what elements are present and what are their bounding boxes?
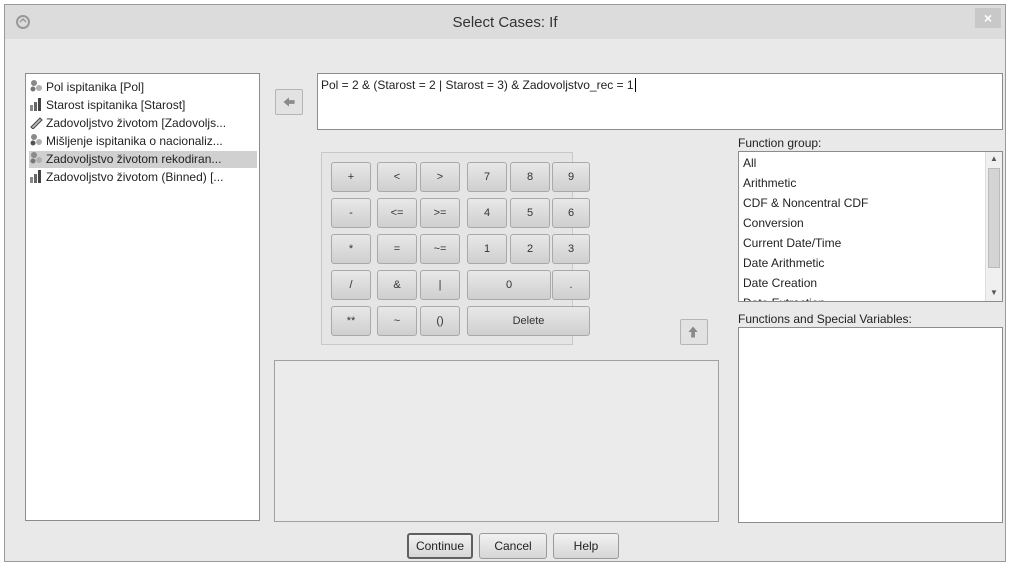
- variable-label: Pol ispitanika [Pol]: [46, 80, 145, 94]
- variable-item-selected[interactable]: Zadovoljstvo životom rekodiran...: [29, 151, 257, 168]
- key-7[interactable]: 7: [467, 162, 507, 192]
- functions-label: Functions and Special Variables:: [738, 312, 912, 326]
- function-group-item[interactable]: Conversion: [743, 213, 804, 233]
- function-group-label: Function group:: [738, 136, 822, 150]
- title-bar: Select Cases: If ×: [5, 5, 1005, 39]
- variable-item[interactable]: Zadovoljstvo životom (Binned) [...: [29, 169, 257, 186]
- key-2[interactable]: 2: [510, 234, 550, 264]
- key-greater-equal[interactable]: >=: [420, 198, 460, 228]
- arrow-left-icon: [283, 97, 295, 107]
- scroll-down-icon[interactable]: ▼: [989, 288, 999, 297]
- key-or[interactable]: |: [420, 270, 460, 300]
- ordinal-variable-icon: [30, 98, 41, 111]
- variable-item[interactable]: Mišljenje ispitanika o nacionaliz...: [29, 133, 257, 150]
- function-group-item[interactable]: Date Creation: [743, 273, 817, 293]
- dialog-title: Select Cases: If: [452, 14, 558, 31]
- key-1[interactable]: 1: [467, 234, 507, 264]
- key-multiply[interactable]: *: [331, 234, 371, 264]
- nominal-variable-icon: [30, 134, 42, 146]
- functions-list[interactable]: [738, 327, 1003, 523]
- function-group-item[interactable]: All: [743, 153, 756, 173]
- scale-variable-icon: [30, 117, 43, 129]
- insert-function-button[interactable]: [680, 319, 708, 345]
- variable-label: Starost ispitanika [Starost]: [46, 98, 186, 112]
- function-group-item[interactable]: Current Date/Time: [743, 233, 841, 253]
- function-group-scrollbar[interactable]: ▲ ▼: [985, 152, 1002, 301]
- continue-button[interactable]: Continue: [407, 533, 473, 559]
- key-3[interactable]: 3: [552, 234, 590, 264]
- key-less-than[interactable]: <: [377, 162, 417, 192]
- function-group-item[interactable]: CDF & Noncentral CDF: [743, 193, 868, 213]
- key-parentheses[interactable]: (): [420, 306, 460, 336]
- expression-text: Pol = 2 & (Starost = 2 | Starost = 3) & …: [321, 78, 634, 92]
- key-less-equal[interactable]: <=: [377, 198, 417, 228]
- key-equals[interactable]: =: [377, 234, 417, 264]
- scroll-up-icon[interactable]: ▲: [989, 154, 999, 163]
- move-variable-button[interactable]: [275, 89, 303, 115]
- key-plus[interactable]: +: [331, 162, 371, 192]
- ordinal-variable-icon: [30, 170, 41, 183]
- function-group-list[interactable]: All Arithmetic CDF & Noncentral CDF Conv…: [738, 151, 1003, 302]
- key-greater-than[interactable]: >: [420, 162, 460, 192]
- variable-item[interactable]: Pol ispitanika [Pol]: [29, 79, 257, 96]
- key-divide[interactable]: /: [331, 270, 371, 300]
- key-minus[interactable]: -: [331, 198, 371, 228]
- close-button[interactable]: ×: [975, 8, 1001, 28]
- key-power[interactable]: **: [331, 306, 371, 336]
- nominal-variable-icon: [30, 80, 42, 92]
- key-decimal[interactable]: .: [552, 270, 590, 300]
- key-0[interactable]: 0: [467, 270, 551, 300]
- key-4[interactable]: 4: [467, 198, 507, 228]
- function-group-item[interactable]: Arithmetic: [743, 173, 796, 193]
- variable-list[interactable]: Pol ispitanika [Pol] Starost ispitanika …: [25, 73, 260, 521]
- delete-button[interactable]: Delete: [467, 306, 590, 336]
- calculator-keypad: + < > 7 8 9 - <= >= 4 5 6 * = ~= 1 2 3 /…: [321, 152, 590, 345]
- key-8[interactable]: 8: [510, 162, 550, 192]
- variable-label: Mišljenje ispitanika o nacionaliz...: [46, 134, 223, 148]
- key-not[interactable]: ~: [377, 306, 417, 336]
- variable-label: Zadovoljstvo životom (Binned) [...: [46, 170, 224, 184]
- function-description-box: [274, 360, 719, 522]
- help-button[interactable]: Help: [553, 533, 619, 559]
- scrollbar-thumb[interactable]: [988, 168, 1000, 268]
- arrow-up-icon: [688, 326, 698, 338]
- key-9[interactable]: 9: [552, 162, 590, 192]
- nominal-variable-icon: [30, 152, 42, 164]
- cancel-button[interactable]: Cancel: [479, 533, 547, 559]
- key-and[interactable]: &: [377, 270, 417, 300]
- select-cases-dialog: Select Cases: If × Pol ispitanika [Pol] …: [4, 4, 1006, 562]
- variable-item[interactable]: Starost ispitanika [Starost]: [29, 97, 257, 114]
- key-not-equal[interactable]: ~=: [420, 234, 460, 264]
- key-6[interactable]: 6: [552, 198, 590, 228]
- function-group-item[interactable]: Date Arithmetic: [743, 253, 824, 273]
- variable-item[interactable]: Zadovoljstvo životom [Zadovoljs...: [29, 115, 257, 132]
- variable-label: Zadovoljstvo životom rekodiran...: [46, 152, 222, 166]
- key-5[interactable]: 5: [510, 198, 550, 228]
- numeric-expression-field[interactable]: Pol = 2 & (Starost = 2 | Starost = 3) & …: [317, 73, 1003, 130]
- function-group-item[interactable]: Date Extraction: [743, 293, 825, 301]
- variable-label: Zadovoljstvo životom [Zadovoljs...: [46, 116, 227, 130]
